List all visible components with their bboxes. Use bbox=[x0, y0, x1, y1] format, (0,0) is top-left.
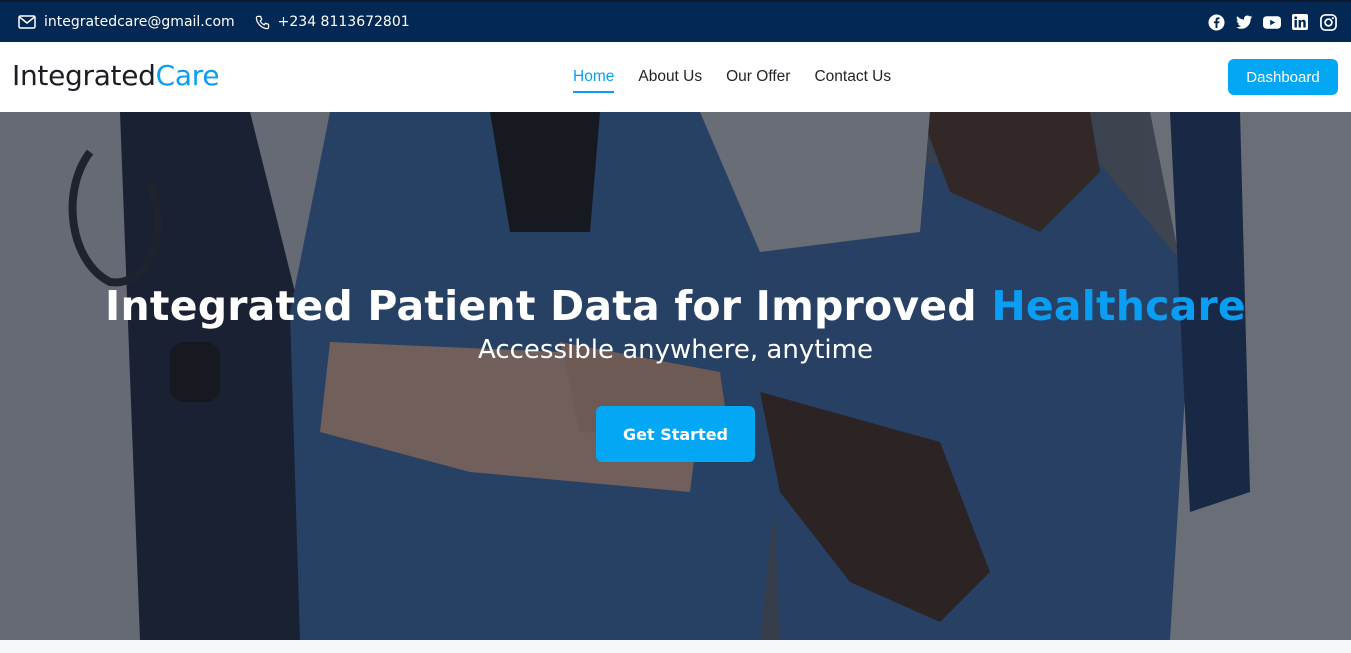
facebook-icon[interactable] bbox=[1207, 13, 1225, 31]
email-text: integratedcare@gmail.com bbox=[44, 14, 235, 30]
brand-logo[interactable]: IntegratedCare bbox=[12, 59, 220, 92]
hero-dark-overlay bbox=[0, 112, 1351, 640]
hero-headline: Integrated Patient Data for Improved Hea… bbox=[0, 282, 1351, 330]
main-navbar: IntegratedCare Home About Us Our Offer C… bbox=[0, 42, 1351, 112]
brand-name-accent: Care bbox=[155, 59, 220, 92]
page-bottom-section bbox=[0, 640, 1351, 653]
linkedin-icon[interactable] bbox=[1291, 13, 1309, 31]
nav-item-our-offer[interactable]: Our Offer bbox=[726, 68, 790, 90]
email-contact[interactable]: integratedcare@gmail.com bbox=[18, 14, 235, 30]
headline-highlight-text: Healthcare bbox=[991, 282, 1246, 330]
dashboard-button[interactable]: Dashboard bbox=[1228, 59, 1338, 95]
brand-name-primary: Integrated bbox=[12, 59, 156, 92]
contact-info: integratedcare@gmail.com +234 8113672801 bbox=[18, 14, 430, 30]
nav-item-home[interactable]: Home bbox=[573, 68, 615, 93]
headline-main-text: Integrated Patient Data for Improved bbox=[105, 282, 992, 330]
phone-contact[interactable]: +234 8113672801 bbox=[255, 14, 410, 30]
nav-item-about-us[interactable]: About Us bbox=[638, 68, 702, 90]
nav-item-contact-us[interactable]: Contact Us bbox=[814, 68, 891, 90]
mail-icon bbox=[18, 15, 36, 29]
twitter-icon[interactable] bbox=[1235, 13, 1253, 31]
phone-icon bbox=[255, 15, 269, 29]
get-started-button[interactable]: Get Started bbox=[596, 406, 755, 462]
nav-menu: Home About Us Our Offer Contact Us bbox=[573, 68, 915, 93]
social-links bbox=[1197, 13, 1337, 31]
phone-text: +234 8113672801 bbox=[277, 14, 410, 30]
instagram-icon[interactable] bbox=[1319, 13, 1337, 31]
hero-subheadline: Accessible anywhere, anytime bbox=[478, 335, 873, 365]
top-contact-bar: integratedcare@gmail.com +234 8113672801 bbox=[0, 0, 1351, 42]
hero-section: Integrated Patient Data for Improved Hea… bbox=[0, 112, 1351, 640]
youtube-icon[interactable] bbox=[1263, 13, 1281, 31]
